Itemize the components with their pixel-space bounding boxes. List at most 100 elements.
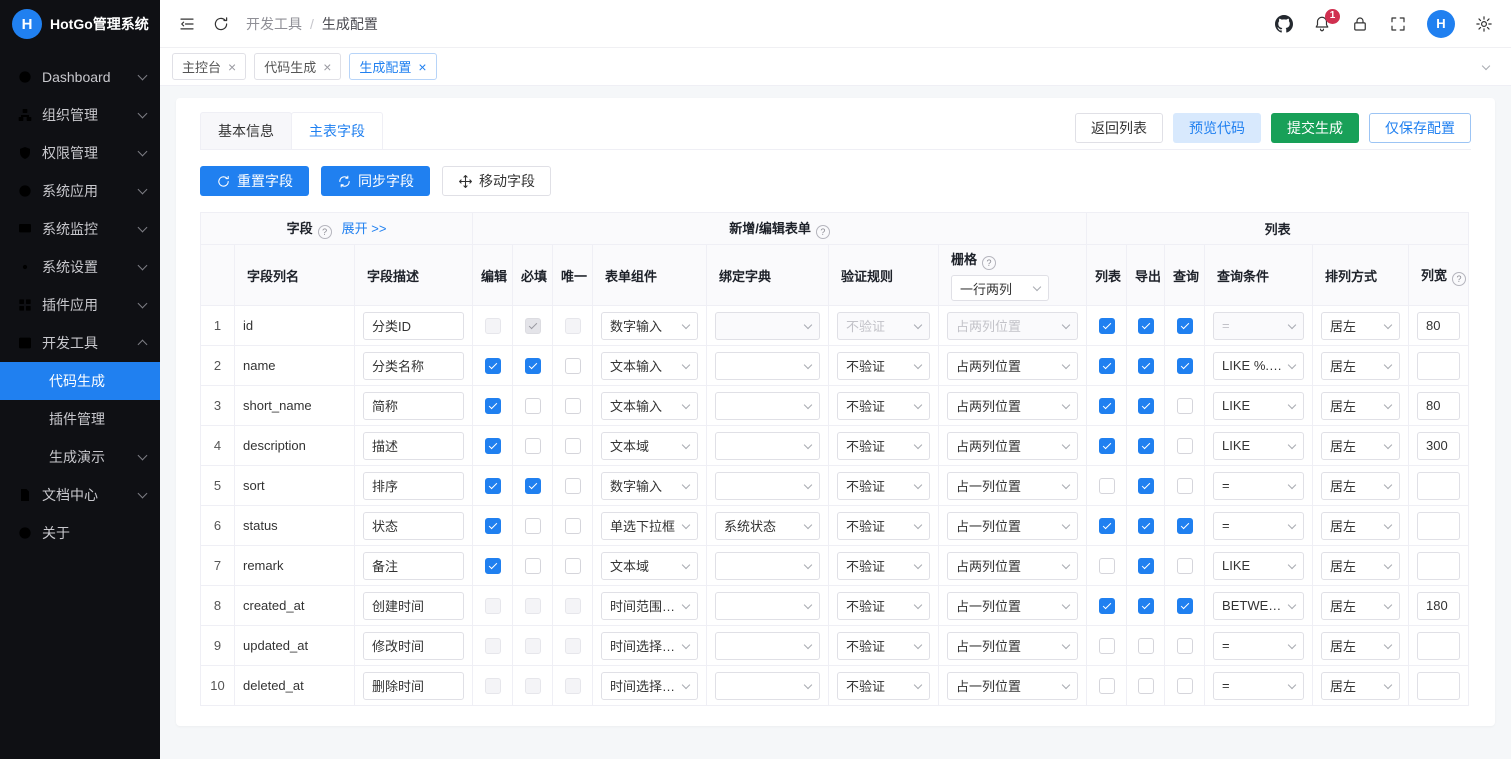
width-input[interactable] — [1417, 511, 1461, 540]
align-select[interactable]: 居左 — [1321, 551, 1401, 580]
align-select[interactable]: 居左 — [1321, 511, 1401, 540]
move-fields-button[interactable]: 移动字段 — [442, 166, 551, 196]
form-component-select[interactable]: 文本域 — [601, 551, 698, 580]
form-component-select[interactable]: 文本输入 — [601, 351, 698, 380]
user-avatar[interactable]: H — [1427, 9, 1455, 38]
help-icon[interactable]: ? — [982, 256, 997, 270]
edit-checkbox[interactable] — [484, 517, 501, 534]
width-input[interactable] — [1417, 391, 1461, 420]
sidebar-item-gen-demo[interactable]: 生成演示 — [0, 438, 160, 476]
dict-select[interactable] — [715, 431, 820, 460]
required-checkbox[interactable] — [524, 317, 541, 334]
query-checkbox[interactable] — [1176, 597, 1193, 614]
close-icon[interactable]: × — [323, 60, 331, 74]
query-condition-select[interactable]: LIKE — [1213, 431, 1305, 460]
required-checkbox[interactable] — [524, 637, 541, 654]
validation-rule-select[interactable]: 不验证 — [837, 671, 930, 700]
unique-checkbox[interactable] — [564, 357, 581, 374]
grid-span-select[interactable]: 占一列位置 — [947, 591, 1079, 620]
unique-checkbox[interactable] — [564, 397, 581, 414]
list-checkbox[interactable] — [1098, 477, 1115, 494]
sidebar-item-system-settings[interactable]: 系统设置 — [0, 248, 160, 286]
notification-bell-icon[interactable]: 1 — [1313, 8, 1340, 33]
form-component-select[interactable]: 时间选择(Y-... — [601, 671, 698, 700]
validation-rule-select[interactable]: 不验证 — [837, 471, 930, 500]
required-checkbox[interactable] — [524, 597, 541, 614]
grid-span-select[interactable]: 占一列位置 — [947, 471, 1079, 500]
export-checkbox[interactable] — [1137, 357, 1154, 374]
required-checkbox[interactable] — [524, 477, 541, 494]
github-icon[interactable] — [1275, 14, 1293, 33]
grid-span-select[interactable]: 占两列位置 — [947, 431, 1079, 460]
dict-select[interactable] — [715, 391, 820, 420]
sidebar-item-dev-tools[interactable]: 开发工具 — [0, 324, 160, 362]
width-input[interactable] — [1417, 551, 1461, 580]
sidebar-item-system-monitor[interactable]: 系统监控 — [0, 210, 160, 248]
export-checkbox[interactable] — [1137, 557, 1154, 574]
edit-checkbox[interactable] — [484, 557, 501, 574]
validation-rule-select[interactable]: 不验证 — [837, 431, 930, 460]
export-checkbox[interactable] — [1137, 317, 1154, 334]
grid-span-select[interactable]: 占两列位置 — [947, 391, 1079, 420]
export-checkbox[interactable] — [1137, 477, 1154, 494]
tab-chip-0[interactable]: 主控台 × — [172, 53, 247, 80]
form-component-select[interactable]: 数字输入 — [601, 311, 698, 340]
sidebar-item-code-generation[interactable]: 代码生成 — [0, 362, 160, 400]
edit-checkbox[interactable] — [484, 317, 501, 334]
tab-chip-2[interactable]: 生成配置 × — [349, 53, 437, 80]
list-checkbox[interactable] — [1098, 677, 1115, 694]
required-checkbox[interactable] — [524, 437, 541, 454]
tabs-dropdown-button[interactable] — [1473, 54, 1499, 80]
width-input[interactable] — [1417, 471, 1461, 500]
form-component-select[interactable]: 数字输入 — [601, 471, 698, 500]
form-component-select[interactable]: 单选下拉框 — [601, 511, 698, 540]
sidebar-item-doc-center[interactable]: 文档中心 — [0, 476, 160, 514]
width-input[interactable] — [1417, 431, 1461, 460]
validation-rule-select[interactable]: 不验证 — [837, 351, 930, 380]
export-checkbox[interactable] — [1137, 517, 1154, 534]
grid-span-select[interactable]: 占一列位置 — [947, 631, 1079, 660]
align-select[interactable]: 居左 — [1321, 631, 1401, 660]
submit-generate-button[interactable]: 提交生成 — [1271, 113, 1359, 143]
unique-checkbox[interactable] — [564, 637, 581, 654]
unique-checkbox[interactable] — [564, 677, 581, 694]
field-desc-input[interactable] — [363, 551, 464, 580]
list-checkbox[interactable] — [1098, 597, 1115, 614]
edit-checkbox[interactable] — [484, 477, 501, 494]
sidebar-item-org-manage[interactable]: 组织管理 — [0, 96, 160, 134]
width-input[interactable] — [1417, 631, 1461, 660]
required-checkbox[interactable] — [524, 557, 541, 574]
tab-basic-info[interactable]: 基本信息 — [200, 112, 292, 149]
query-condition-select[interactable]: LIKE %...% — [1213, 351, 1305, 380]
dict-select[interactable] — [715, 591, 820, 620]
fullscreen-icon[interactable] — [1389, 15, 1407, 33]
field-desc-input[interactable] — [363, 431, 464, 460]
dict-select[interactable] — [715, 631, 820, 660]
form-component-select[interactable]: 时间范围选择 — [601, 591, 698, 620]
settings-gear-icon[interactable] — [1475, 15, 1493, 33]
query-checkbox[interactable] — [1176, 677, 1193, 694]
width-input[interactable] — [1417, 351, 1461, 380]
export-checkbox[interactable] — [1137, 637, 1154, 654]
preview-code-button[interactable]: 预览代码 — [1173, 113, 1261, 143]
dict-select[interactable] — [715, 471, 820, 500]
field-desc-input[interactable] — [363, 671, 464, 700]
grid-span-select[interactable]: 占一列位置 — [947, 671, 1079, 700]
required-checkbox[interactable] — [524, 397, 541, 414]
edit-checkbox[interactable] — [484, 677, 501, 694]
list-checkbox[interactable] — [1098, 357, 1115, 374]
query-condition-select[interactable]: = — [1213, 311, 1305, 340]
dict-select[interactable] — [715, 311, 820, 340]
list-checkbox[interactable] — [1098, 437, 1115, 454]
required-checkbox[interactable] — [524, 517, 541, 534]
close-icon[interactable]: × — [418, 60, 426, 74]
query-checkbox[interactable] — [1176, 437, 1193, 454]
close-icon[interactable]: × — [228, 60, 236, 74]
query-condition-select[interactable]: = — [1213, 631, 1305, 660]
sidebar-item-permission-manage[interactable]: 权限管理 — [0, 134, 160, 172]
form-component-select[interactable]: 文本输入 — [601, 391, 698, 420]
sidebar-item-about[interactable]: 关于 — [0, 514, 160, 552]
field-desc-input[interactable] — [363, 311, 464, 340]
dict-select[interactable] — [715, 351, 820, 380]
list-checkbox[interactable] — [1098, 517, 1115, 534]
